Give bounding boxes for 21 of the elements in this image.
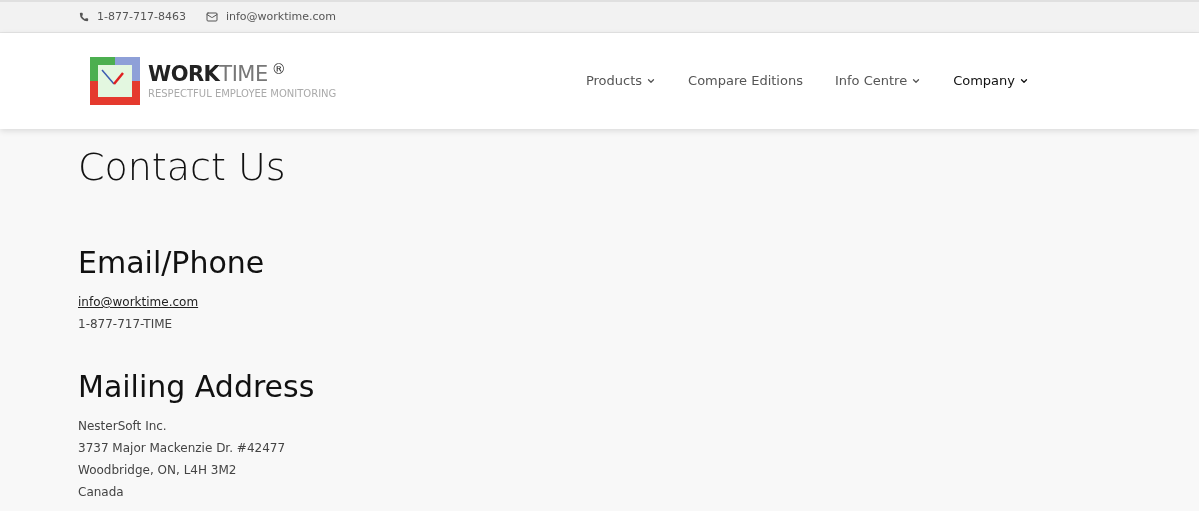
contact-line: Canada	[78, 484, 124, 501]
clock-logo-icon	[90, 57, 140, 105]
section-heading: Email/Phone	[78, 245, 266, 281]
phone-number: 1-877-717-8463	[97, 8, 186, 25]
page-title: Contact Us	[78, 145, 287, 189]
contact-line: 3737 Major Mackenzie Dr. #42477	[78, 440, 286, 457]
tagline: RESPECTFUL EMPLOYEE MONITORING	[148, 86, 337, 101]
nav-link[interactable]: Company	[953, 71, 1029, 91]
nav-link[interactable]: Products	[585, 71, 657, 91]
contact-line: 1-877-717-TIME	[78, 316, 173, 333]
registered-mark: ®	[271, 61, 286, 76]
nav-link[interactable]: Compare Editions	[688, 71, 803, 91]
mail-icon	[205, 11, 218, 23]
email-address: info@worktime.com	[225, 8, 336, 25]
nav-link[interactable]: Info Centre	[834, 71, 922, 91]
contact-line: NesterSoft Inc.	[78, 418, 167, 435]
phone-icon	[79, 12, 89, 22]
brand-name: WORKTIME	[148, 61, 268, 86]
section-heading: Mailing Address	[78, 369, 316, 405]
email-link[interactable]: info@worktime.com	[78, 291, 199, 313]
contact-line: Woodbridge, ON, L4H 3M2	[78, 462, 237, 479]
